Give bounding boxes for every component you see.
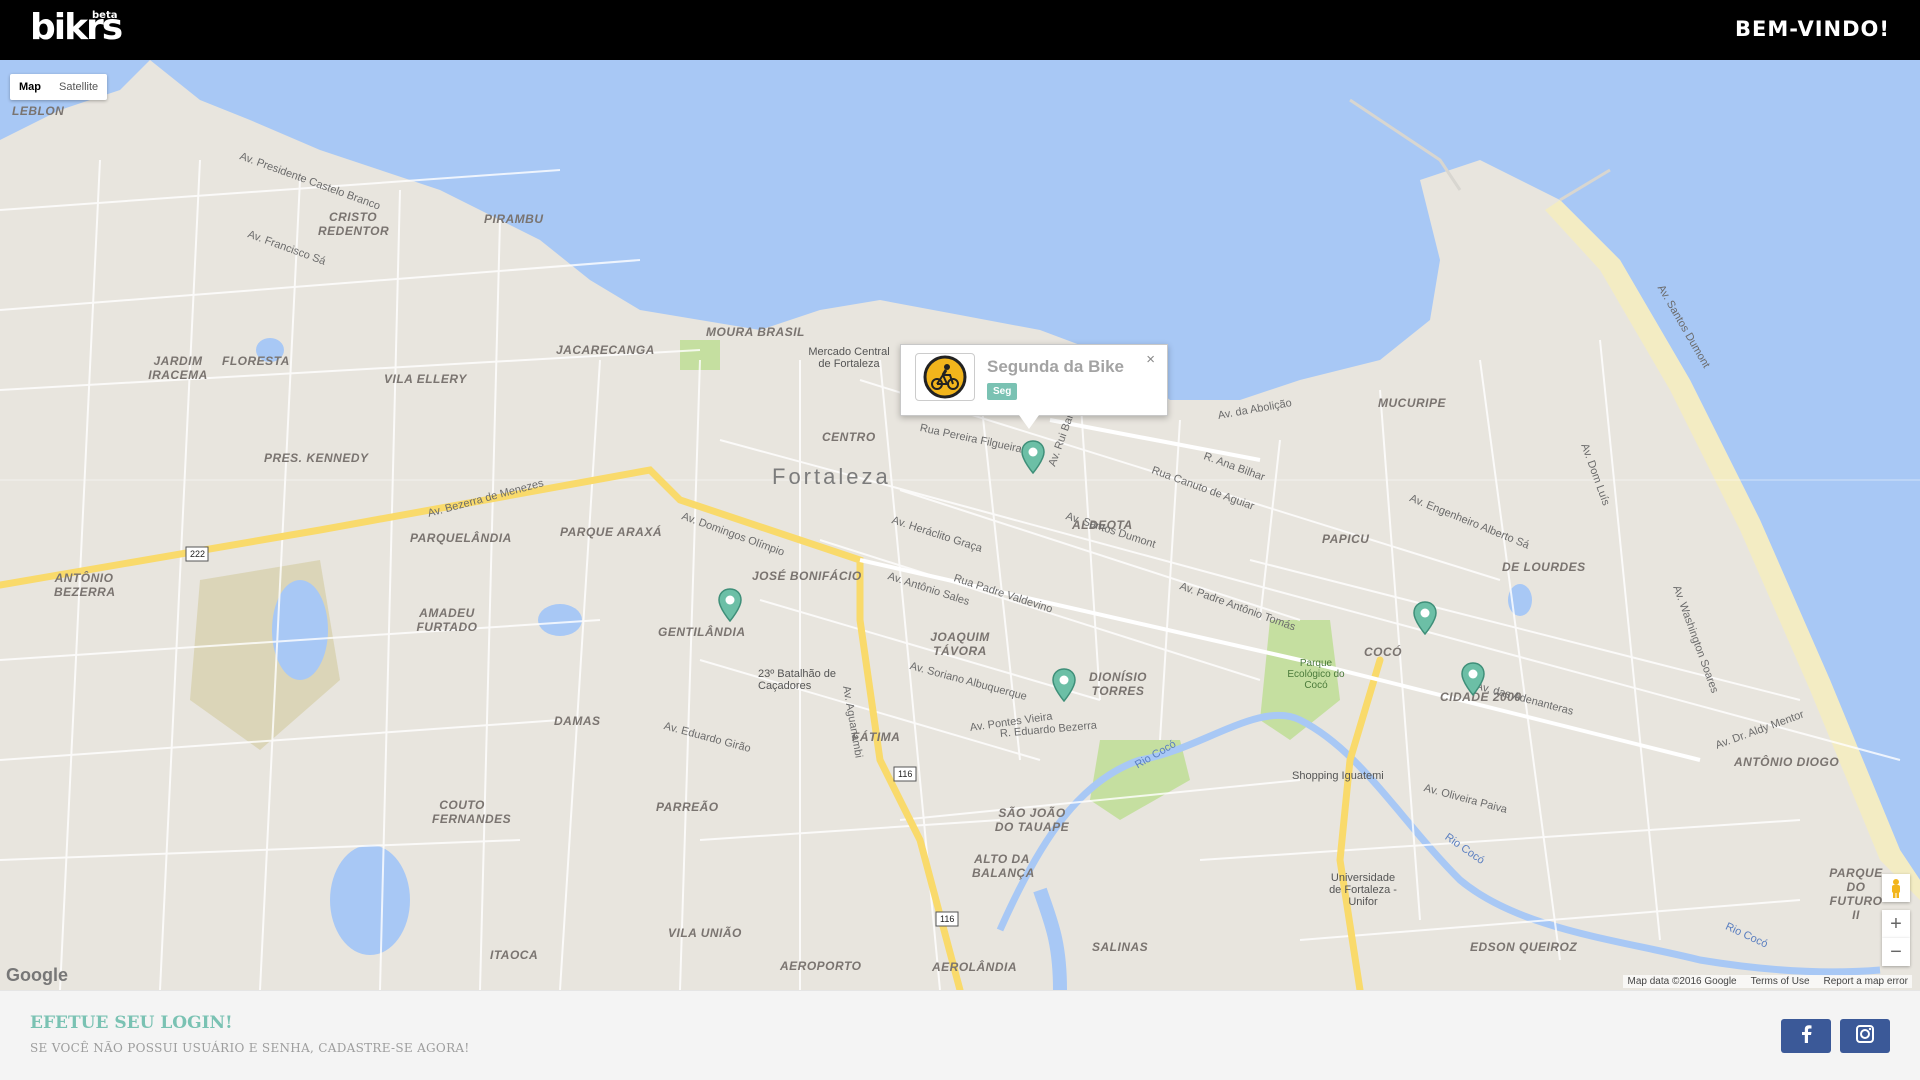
district-label: SALINAS [1092, 940, 1149, 954]
district-label: CRISTO REDENTOR [318, 210, 390, 238]
route-shield-label: 222 [190, 549, 206, 559]
zoom-in-button[interactable]: + [1882, 910, 1910, 938]
map-type-control: Map Satellite [10, 74, 108, 100]
signup-prompt[interactable]: SE VOCÊ NÃO POSSUI USUÁRIO E SENHA, CADA… [30, 1041, 470, 1055]
event-pin-marker[interactable] [1021, 440, 1045, 475]
district-label: JACARECANGA [556, 343, 655, 357]
route-shield-label: 116 [940, 914, 955, 924]
pegman-icon[interactable] [1882, 874, 1910, 902]
district-label: PARREÃO [656, 800, 719, 814]
district-label: AEROPORTO [780, 959, 862, 973]
top-bar: bikrs beta BEM-VINDO! [0, 0, 1920, 60]
beta-badge: beta [92, 10, 118, 21]
district-label: SÃO JOÃO DO TAUAPE [994, 806, 1070, 834]
event-title[interactable]: Segunda da Bike [987, 357, 1124, 377]
district-label: JARDIM IRACEMA [148, 354, 208, 382]
district-label: AEROLÂNDIA [932, 960, 1017, 974]
instagram-button[interactable] [1840, 1019, 1890, 1053]
event-pin-marker[interactable] [718, 588, 742, 623]
event-info-window[interactable]: Segunda da Bike Seg × [900, 344, 1168, 429]
district-label: PARQUE ARAXÁ [560, 525, 663, 539]
district-label: LEBLON [12, 104, 65, 118]
poi-label[interactable]: 23º Batalhão de Caçadores [758, 668, 848, 692]
city-label: Fortaleza [772, 464, 891, 489]
welcome-text: BEM-VINDO! [1735, 17, 1890, 41]
district-label: VILA UNIÃO [668, 926, 742, 940]
event-logo [915, 353, 975, 401]
map-attribution: Map data ©2016 Google Terms of Use Repor… [1623, 975, 1912, 988]
poi-label[interactable]: Universidade de Fortaleza - Unifor [1328, 872, 1398, 908]
district-label: PARQUE DO FUTURO II [1829, 866, 1883, 922]
map-type-satellite-button[interactable]: Satellite [50, 74, 107, 100]
instagram-icon [1856, 1024, 1874, 1048]
district-label: JOSÉ BONIFÁCIO [752, 569, 862, 583]
map-type-map-button[interactable]: Map [10, 74, 50, 100]
route-shield-label: 116 [898, 769, 913, 779]
district-label: DE LOURDES [1502, 560, 1586, 574]
district-label: ANTÔNIO BEZERRA [54, 571, 116, 599]
poi-label[interactable]: Shopping Iguatemi [1292, 770, 1384, 782]
event-pin-marker[interactable] [1413, 601, 1437, 636]
district-label: VILA ELLERY [384, 372, 467, 386]
district-label: DIONÍSIO TORRES [1088, 670, 1147, 698]
district-label: EDSON QUEIROZ [1470, 940, 1578, 954]
poi-label[interactable]: Parque Ecológico do Cocó [1286, 658, 1346, 691]
event-pin-marker[interactable] [1052, 668, 1076, 703]
map-basemap[interactable] [0, 60, 1920, 990]
map-canvas[interactable]: 222 116 116 Map Satellite Fortaleza MOUR… [0, 60, 1920, 990]
district-label: GENTILÂNDIA [658, 625, 746, 639]
district-label: MOURA BRASIL [706, 325, 805, 339]
login-footer: EFETUE SEU LOGIN! SE VOCÊ NÃO POSSUI USU… [0, 990, 1920, 1080]
district-label: DAMAS [554, 714, 601, 728]
poi-label[interactable]: Mercado Central de Fortaleza [804, 346, 894, 370]
district-label: MUCURIPE [1378, 396, 1447, 410]
district-label: PRES. KENNEDY [264, 451, 369, 465]
district-label: PAPICU [1322, 532, 1370, 546]
district-label: AMADEU FURTADO [416, 606, 478, 634]
district-label: COUTO FERNANDES [432, 798, 512, 826]
district-label: FLORESTA [222, 354, 290, 368]
district-label: CENTRO [822, 430, 876, 444]
district-label: ANTÔNIO DIOGO [1734, 755, 1840, 769]
zoom-out-button[interactable]: − [1882, 938, 1910, 966]
district-label: ALTO DA BALANÇA [972, 852, 1035, 880]
district-label: ITAOCA [490, 948, 539, 962]
district-label: PIRAMBU [484, 212, 544, 226]
terms-of-use-link[interactable]: Terms of Use [1751, 976, 1810, 987]
facebook-button[interactable] [1781, 1019, 1831, 1053]
event-day-badge: Seg [987, 383, 1018, 400]
district-label: JOAQUIM TÁVORA [930, 630, 990, 658]
close-icon[interactable]: × [1146, 351, 1155, 368]
facebook-icon [1800, 1024, 1812, 1048]
event-pin-marker[interactable] [1461, 662, 1485, 697]
district-label: PARQUELÂNDIA [410, 531, 512, 545]
map-data-credit: Map data ©2016 Google [1627, 976, 1737, 987]
google-logo[interactable]: Google [6, 965, 68, 986]
cyclist-icon [923, 355, 967, 399]
district-label: COCÓ [1364, 645, 1402, 659]
report-map-error-link[interactable]: Report a map error [1824, 976, 1908, 987]
login-title[interactable]: EFETUE SEU LOGIN! [30, 1013, 233, 1033]
